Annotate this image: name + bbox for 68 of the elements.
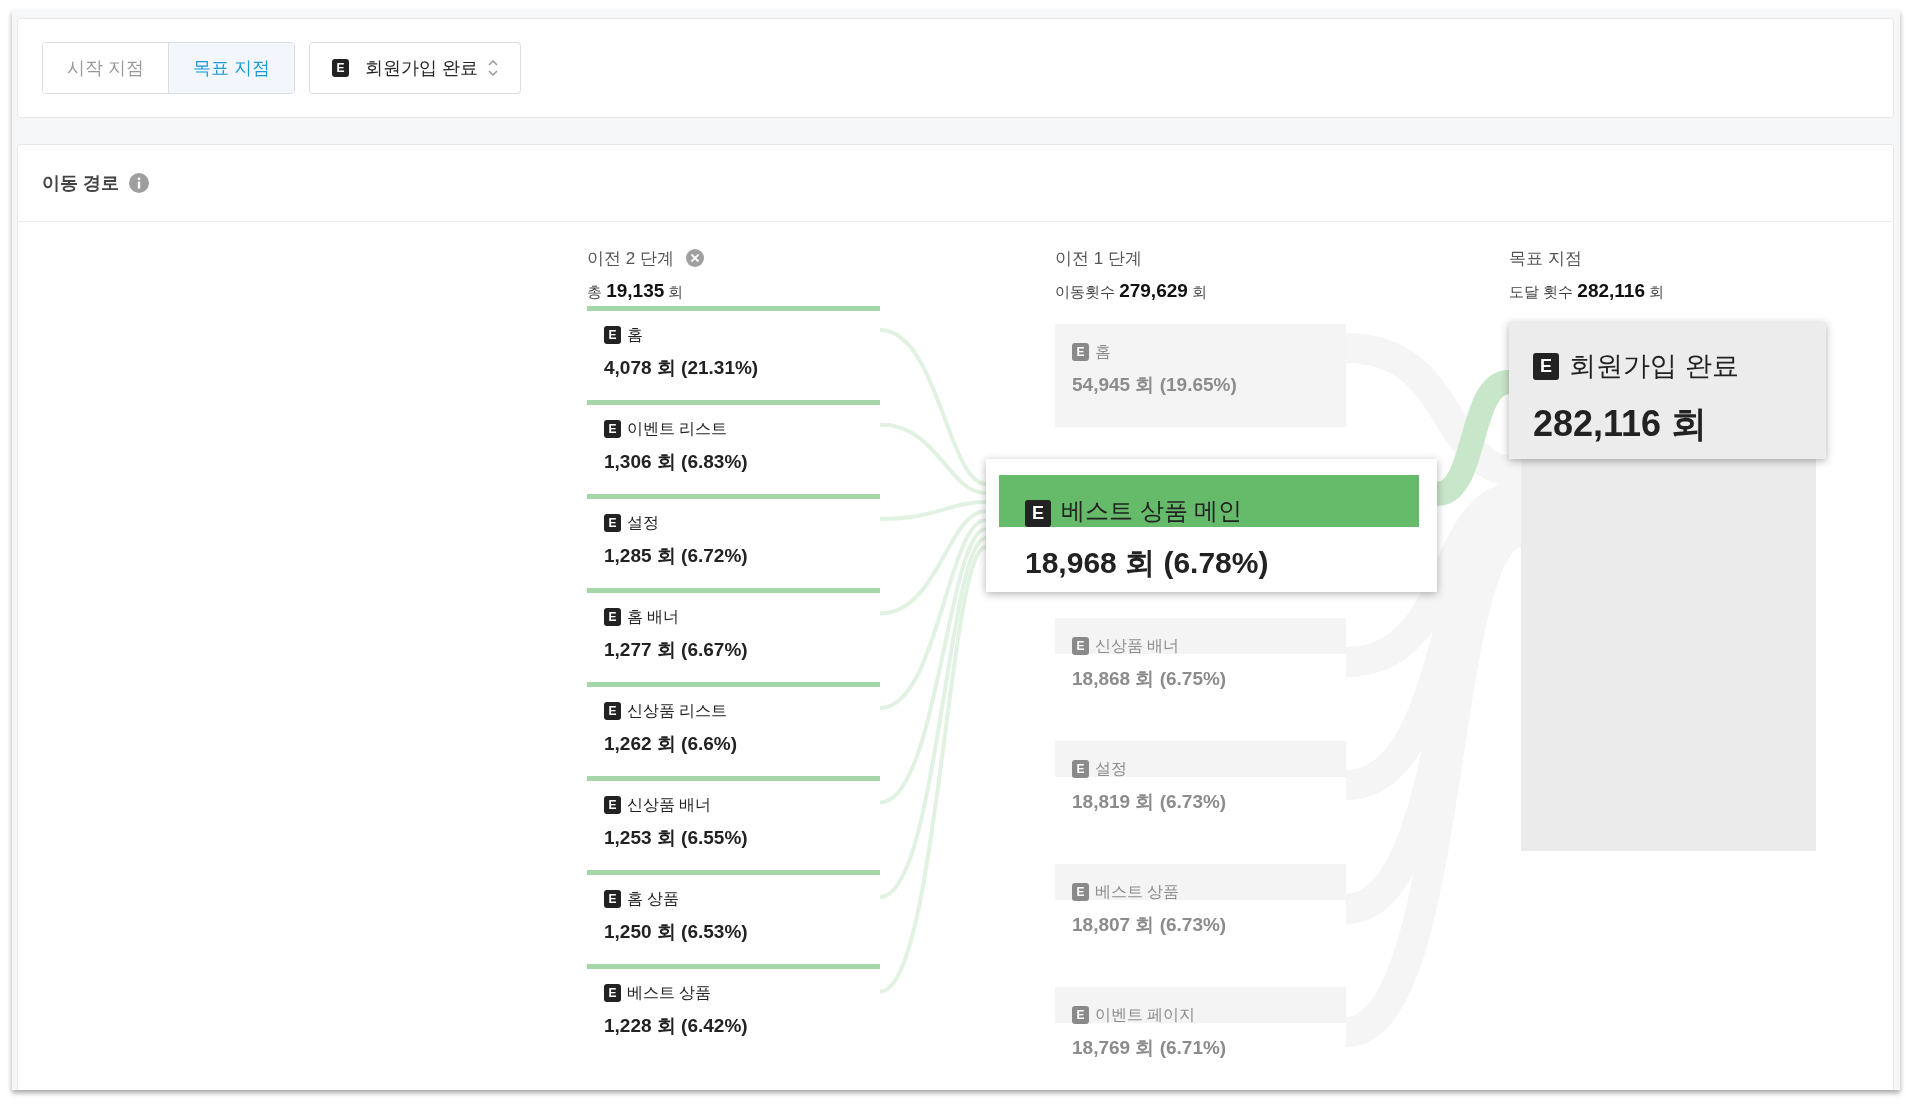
node-value: 1,262 회 (6.6%): [604, 732, 739, 756]
highlighted-node[interactable]: E 베스트 상품 메인 18,968 회 (6.78%): [986, 459, 1437, 592]
event-badge: E: [604, 420, 621, 438]
event-badge: E: [604, 326, 621, 344]
node-name: 설정: [1095, 758, 1127, 779]
step-node[interactable]: E 설정 1,285 회 (6.72%): [587, 494, 880, 588]
node-value: 1,250 회 (6.53%): [604, 920, 749, 944]
event-badge: E: [1072, 1006, 1089, 1024]
node-value: 1,228 회 (6.42%): [604, 1014, 749, 1038]
node-name: 홈 상품: [627, 888, 680, 909]
node-value: 1,285 회 (6.72%): [604, 544, 749, 568]
step-node[interactable]: E 이벤트 리스트 1,306 회 (6.83%): [587, 400, 880, 494]
column-summary: 총 19,135 회: [587, 280, 685, 303]
event-badge: E: [1072, 637, 1089, 655]
event-badge: E: [1072, 883, 1089, 901]
node-name: 신상품 배너: [627, 794, 712, 815]
node-name: 홈: [1095, 341, 1111, 362]
node-value: 18,868 회 (6.75%): [1072, 667, 1228, 691]
node-name: 홈 배너: [627, 606, 680, 627]
column-summary: 이동횟수 279,629 회: [1055, 280, 1209, 303]
event-select[interactable]: E 회원가입 완료: [309, 42, 522, 94]
node-name: 베스트 상품: [1095, 881, 1180, 902]
step-node[interactable]: E 신상품 배너 1,253 회 (6.55%): [587, 776, 880, 870]
event-badge: E: [1025, 500, 1051, 527]
node-value: 1,253 회 (6.55%): [604, 826, 749, 850]
node-name: 신상품 리스트: [627, 700, 728, 721]
node-name: 베스트 상품 메인: [1061, 496, 1243, 526]
event-badge: E: [604, 890, 621, 908]
info-icon: [129, 173, 149, 193]
node-value: 4,078 회 (21.31%): [604, 356, 760, 380]
node-name: 홈: [627, 324, 643, 345]
node-value: 18,968 회 (6.78%): [1025, 545, 1270, 581]
column-title: 이전 1 단계: [1055, 247, 1142, 270]
goal-node[interactable]: E 회원가입 완료 282,116 회: [1509, 322, 1826, 459]
column-summary: 도달 횟수 282,116 회: [1509, 280, 1666, 303]
event-badge: E: [604, 514, 621, 532]
event-badge: E: [604, 702, 621, 720]
step-node[interactable]: E 홈 4,078 회 (21.31%): [587, 306, 880, 400]
event-badge: E: [604, 984, 621, 1002]
sort-icon: [488, 59, 499, 77]
node-name: 이벤트 페이지: [1095, 1004, 1196, 1025]
event-badge: E: [604, 796, 621, 814]
node-value: 18,807 회 (6.73%): [1072, 913, 1228, 937]
event-label: 회원가입 완료: [365, 57, 479, 80]
node-name: 회원가입 완료: [1569, 350, 1739, 383]
node-name: 이벤트 리스트: [627, 418, 728, 439]
close-icon[interactable]: [685, 249, 704, 267]
node-name: 설정: [627, 512, 659, 533]
node-value: 18,819 회 (6.73%): [1072, 790, 1228, 814]
node-value: 54,945 회 (19.65%): [1072, 373, 1238, 397]
step-node[interactable]: E 신상품 리스트 1,262 회 (6.6%): [587, 682, 880, 776]
step-node[interactable]: E 베스트 상품 1,228 회 (6.42%): [587, 964, 880, 1058]
step-node[interactable]: E 홈 상품 1,250 회 (6.53%): [587, 870, 880, 964]
column-title: 목표 지점: [1509, 247, 1582, 270]
node-value: 1,306 회 (6.83%): [604, 450, 749, 474]
section-title: 이동 경로: [42, 172, 119, 195]
node-value: 1,277 회 (6.67%): [604, 638, 749, 662]
event-badge: E: [1072, 760, 1089, 778]
node-value: 282,116 회: [1533, 402, 1709, 446]
node-name: 베스트 상품: [627, 982, 712, 1003]
node-value: 18,769 회 (6.71%): [1072, 1036, 1228, 1060]
step-node[interactable]: E 홈 배너 1,277 회 (6.67%): [587, 588, 880, 682]
event-badge: E: [1533, 352, 1559, 380]
event-badge: E: [1072, 343, 1089, 361]
column-title: 이전 2 단계: [587, 247, 674, 270]
event-badge: E: [332, 59, 350, 77]
event-badge: E: [604, 608, 621, 626]
node-name: 신상품 배너: [1095, 635, 1180, 656]
